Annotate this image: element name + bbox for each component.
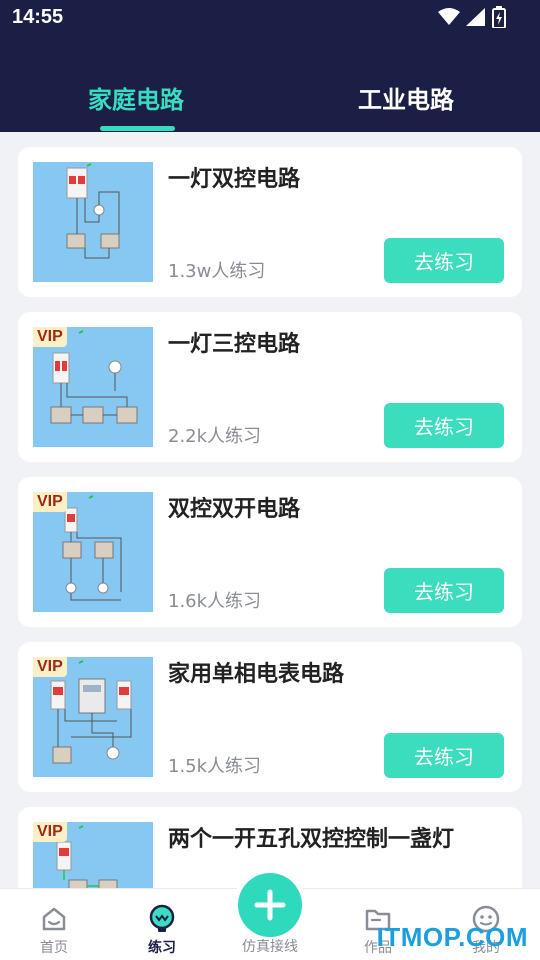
status-bar: 14:55 — [0, 0, 540, 36]
watermark: ITMOP.COM — [376, 922, 528, 952]
circuit-card[interactable]: VIP 双控双开电路 1.6k人练习 去练习 — [18, 477, 522, 627]
battery-icon — [492, 6, 506, 28]
vip-badge: VIP — [33, 657, 67, 677]
circuit-thumbnail: VIP — [33, 327, 153, 447]
active-tab-indicator — [100, 126, 175, 131]
practice-button[interactable]: 去练习 — [384, 568, 504, 613]
vip-badge: VIP — [33, 822, 67, 842]
card-title: 家用单相电表电路 — [168, 662, 345, 687]
bulb-icon — [149, 904, 175, 932]
vip-badge: VIP — [33, 327, 67, 347]
header: 14:55 家庭电路 工业电路 — [0, 0, 540, 132]
card-practice-count: 2.2k人练习 — [168, 426, 262, 447]
tab-home-circuit[interactable]: 家庭电路 — [88, 80, 184, 115]
home-icon — [42, 907, 66, 931]
status-icons — [438, 6, 506, 28]
circuit-card[interactable]: VIP 家用单相电表电路 1.5k人练习 去练习 — [18, 642, 522, 792]
circuit-thumbnail: VIP — [33, 657, 153, 777]
practice-button[interactable]: 去练习 — [384, 733, 504, 778]
card-title: 一灯三控电路 — [168, 332, 301, 357]
signal-icon — [466, 8, 485, 26]
circuit-card[interactable]: VIP 一灯三控电路 2.2k人练习 去练习 — [18, 312, 522, 462]
nav-home-label: 首页 — [40, 940, 68, 956]
vip-badge: VIP — [33, 492, 67, 512]
tab-industrial-circuit[interactable]: 工业电路 — [358, 80, 454, 115]
simulate-wiring-button[interactable] — [238, 873, 302, 937]
circuit-card[interactable]: 一灯双控电路 1.3w人练习 去练习 — [18, 147, 522, 297]
wifi-icon — [438, 8, 460, 25]
circuit-thumbnail: VIP — [33, 492, 153, 612]
card-practice-count: 1.3w人练习 — [168, 261, 266, 282]
simulate-wiring-label: 仿真接线 — [242, 939, 298, 955]
card-title: 双控双开电路 — [168, 497, 301, 522]
card-practice-count: 1.6k人练习 — [168, 591, 262, 612]
nav-home[interactable]: 首页 — [14, 889, 94, 960]
plus-icon — [254, 889, 286, 921]
status-time: 14:55 — [12, 6, 64, 28]
nav-practice[interactable]: 练习 — [122, 889, 202, 960]
practice-button[interactable]: 去练习 — [384, 403, 504, 448]
practice-button[interactable]: 去练习 — [384, 238, 504, 283]
card-practice-count: 1.5k人练习 — [168, 756, 262, 777]
card-title: 一灯双控电路 — [168, 167, 301, 192]
nav-practice-label: 练习 — [148, 940, 176, 956]
circuit-thumbnail — [33, 162, 153, 282]
card-title: 两个一开五孔双控控制一盏灯 — [168, 827, 455, 852]
